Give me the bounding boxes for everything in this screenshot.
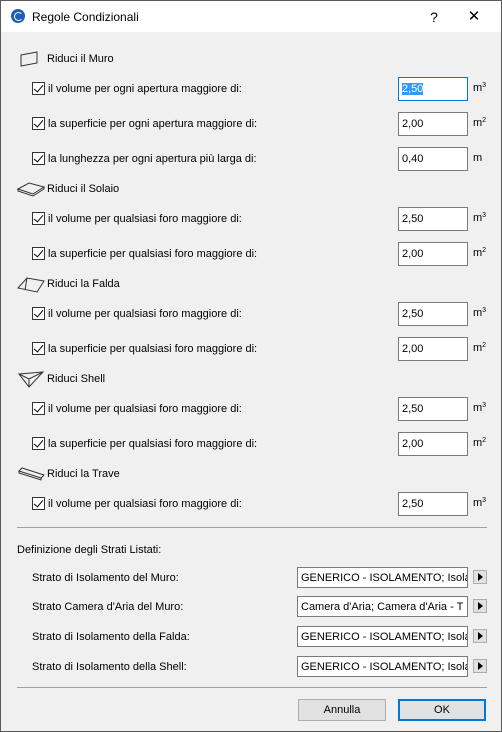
value-input[interactable]: 2,00 xyxy=(398,432,468,456)
unit-label: m2 xyxy=(473,247,487,259)
rule-checkbox[interactable] xyxy=(32,212,45,225)
arrow-right-icon[interactable] xyxy=(473,599,487,613)
layer-row-shell-insulation: Strato di Isolamento della Shell: GENERI… xyxy=(32,656,492,678)
rule-checkbox[interactable] xyxy=(32,402,45,415)
divider xyxy=(17,527,487,528)
unit-label: m2 xyxy=(473,117,487,129)
value-input[interactable]: 2,00 xyxy=(398,242,468,266)
value-input[interactable]: 2,00 xyxy=(398,337,468,361)
close-button[interactable]: ✕ xyxy=(456,5,492,29)
layer-label: Strato di Isolamento della Falda: xyxy=(32,631,190,643)
rule-label: il volume per ogni apertura maggiore di: xyxy=(48,83,242,95)
title-bar: Regole Condizionali ? ✕ xyxy=(1,1,501,32)
value-input[interactable]: 2,50 xyxy=(398,77,468,101)
layer-field[interactable]: GENERICO - ISOLAMENTO; Isola xyxy=(297,626,468,647)
rule-label: la superficie per qualsiasi foro maggior… xyxy=(48,343,258,355)
dialog-window: Regole Condizionali ? ✕ Riduci il Muro i… xyxy=(0,0,502,732)
layer-row-wall-insulation: Strato di Isolamento del Muro: GENERICO … xyxy=(32,567,492,589)
rule-label: la superficie per qualsiasi foro maggior… xyxy=(48,248,258,260)
arrow-right-icon[interactable] xyxy=(473,570,487,584)
rule-checkbox[interactable] xyxy=(32,82,45,95)
value-input[interactable]: 2,00 xyxy=(398,112,468,136)
layer-row-roof-insulation: Strato di Isolamento della Falda: GENERI… xyxy=(32,626,492,648)
layer-label: Strato Camera d'Aria del Muro: xyxy=(32,601,184,613)
rule-checkbox[interactable] xyxy=(32,247,45,260)
arrow-right-icon[interactable] xyxy=(473,629,487,643)
rule-checkbox[interactable] xyxy=(32,152,45,165)
rule-row: la superficie per qualsiasi foro maggior… xyxy=(32,242,492,266)
rule-checkbox[interactable] xyxy=(32,497,45,510)
roof-icon xyxy=(17,277,45,293)
rule-row: la lunghezza per ogni apertura più larga… xyxy=(32,147,492,171)
rule-row: la superficie per ogni apertura maggiore… xyxy=(32,112,492,136)
unit-label: m xyxy=(473,152,483,164)
rule-row: la superficie per qualsiasi foro maggior… xyxy=(32,432,492,456)
rule-label: il volume per qualsiasi foro maggiore di… xyxy=(48,213,242,225)
help-button[interactable]: ? xyxy=(419,5,449,29)
layer-label: Strato di Isolamento del Muro: xyxy=(32,572,179,584)
slab-icon xyxy=(17,182,45,197)
layer-field[interactable]: GENERICO - ISOLAMENTO; Isola xyxy=(297,567,468,588)
app-logo-icon xyxy=(11,9,25,23)
rule-label: la superficie per ogni apertura maggiore… xyxy=(48,118,258,130)
section-label: Riduci il Muro xyxy=(47,53,114,65)
section-label: Riduci la Trave xyxy=(47,468,120,480)
beam-icon xyxy=(18,467,45,481)
divider xyxy=(17,687,487,688)
rule-label: il volume per qualsiasi foro maggiore di… xyxy=(48,308,242,320)
rule-row: il volume per qualsiasi foro maggiore di… xyxy=(32,207,492,231)
rule-row: il volume per ogni apertura maggiore di:… xyxy=(32,77,492,101)
rule-row: il volume per qualsiasi foro maggiore di… xyxy=(32,302,492,326)
shell-icon xyxy=(18,371,45,388)
rule-row: il volume per qualsiasi foro maggiore di… xyxy=(32,492,492,516)
value-input[interactable]: 2,50 xyxy=(398,207,468,231)
section-label: Riduci Shell xyxy=(47,373,106,385)
section-label: Riduci il Solaio xyxy=(47,183,120,195)
wall-icon xyxy=(20,51,38,67)
unit-label: m3 xyxy=(473,82,487,94)
rule-label: il volume per qualsiasi foro maggiore di… xyxy=(48,498,242,510)
unit-label: m2 xyxy=(473,342,487,354)
unit-label: m3 xyxy=(473,307,487,319)
layers-heading: Definizione degli Strati Listati: xyxy=(17,544,162,556)
unit-label: m3 xyxy=(473,497,487,509)
window-title: Regole Condizionali xyxy=(32,10,139,24)
rule-checkbox[interactable] xyxy=(32,307,45,320)
layer-label: Strato di Isolamento della Shell: xyxy=(32,661,187,673)
value-input[interactable]: 2,50 xyxy=(398,397,468,421)
rule-checkbox[interactable] xyxy=(32,342,45,355)
rule-row: la superficie per qualsiasi foro maggior… xyxy=(32,337,492,361)
unit-label: m2 xyxy=(473,437,487,449)
value-input[interactable]: 2,50 xyxy=(398,302,468,326)
section-label: Riduci la Falda xyxy=(47,278,120,290)
rule-checkbox[interactable] xyxy=(32,437,45,450)
value-input[interactable]: 0,40 xyxy=(398,147,468,171)
unit-label: m3 xyxy=(473,212,487,224)
arrow-right-icon[interactable] xyxy=(473,659,487,673)
rule-label: il volume per qualsiasi foro maggiore di… xyxy=(48,403,242,415)
rule-checkbox[interactable] xyxy=(32,117,45,130)
rule-label: la lunghezza per ogni apertura più larga… xyxy=(48,153,257,165)
cancel-button[interactable]: Annulla xyxy=(298,699,386,721)
layer-row-wall-air: Strato Camera d'Aria del Muro: Camera d'… xyxy=(32,596,492,618)
rule-row: il volume per qualsiasi foro maggiore di… xyxy=(32,397,492,421)
layer-field[interactable]: GENERICO - ISOLAMENTO; Isola xyxy=(297,656,468,677)
rule-label: la superficie per qualsiasi foro maggior… xyxy=(48,438,258,450)
unit-label: m3 xyxy=(473,402,487,414)
ok-button[interactable]: OK xyxy=(398,699,486,721)
value-input[interactable]: 2,50 xyxy=(398,492,468,516)
layer-field[interactable]: Camera d'Aria; Camera d'Aria - T xyxy=(297,596,468,617)
